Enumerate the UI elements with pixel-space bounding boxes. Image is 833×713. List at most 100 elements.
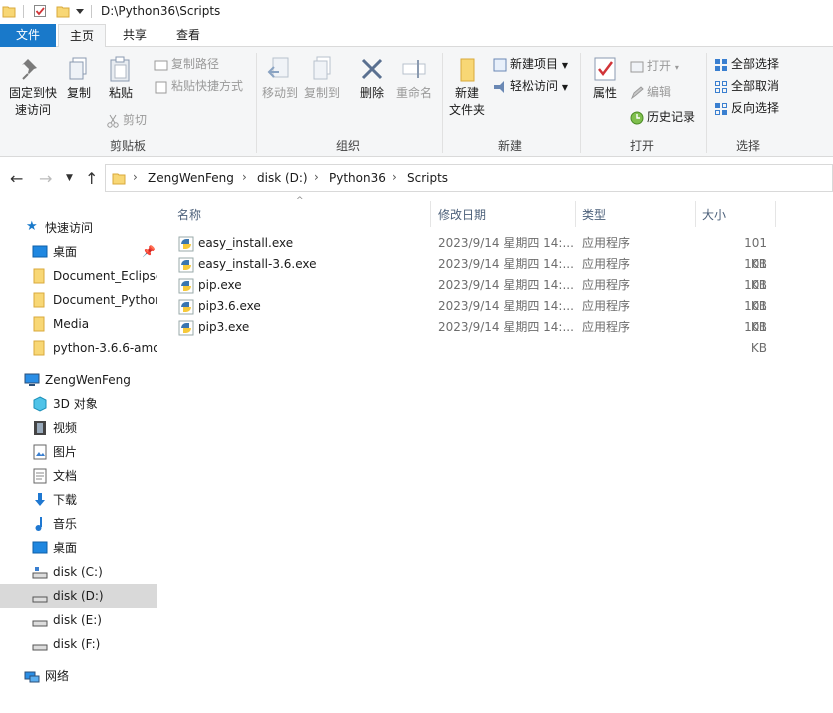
history-button[interactable]: 历史记录 [630, 107, 695, 127]
file-date: 2023/9/14 星期四 14:... [438, 299, 574, 313]
column-header-date[interactable]: 修改日期 [438, 206, 486, 223]
copy-button[interactable]: 复制 [62, 55, 96, 102]
navigation-pane: ★ 快速访问 桌面 📌 Document_Eclipse Document_Py… [0, 196, 157, 713]
properties-icon[interactable] [33, 4, 47, 18]
select-all-button[interactable]: 全部选择 [714, 54, 779, 74]
nav-item-desktop-pc[interactable]: 桌面 [0, 536, 157, 560]
properties-label: 属性 [592, 86, 617, 100]
breadcrumb-chevron-icon[interactable]: › [314, 170, 319, 184]
tab-file[interactable]: 文件 [0, 24, 56, 47]
easy-access-button[interactable]: 轻松访问 ▼ [493, 76, 568, 96]
invert-selection-label: 反向选择 [731, 101, 780, 115]
nav-item-disk-e[interactable]: disk (E:) [0, 608, 157, 632]
new-item-label: 新建项目 [510, 57, 559, 71]
folder-icon [33, 292, 45, 308]
edit-button[interactable]: 编辑 [630, 82, 671, 102]
pin-to-quick-access-button[interactable]: 固定到快 速访问 [4, 55, 62, 119]
properties-button[interactable]: 属性 [588, 55, 622, 102]
clipboard-group-label: 剪贴板 [109, 139, 146, 153]
address-bar[interactable]: › ZengWenFeng › disk (D:) › Python36 › S… [105, 164, 833, 192]
file-date: 2023/9/14 星期四 14:... [438, 236, 574, 250]
network-icon [24, 671, 40, 683]
folder-icon [112, 173, 126, 185]
rename-button[interactable]: 重命名 [394, 55, 434, 102]
copy-path-button[interactable]: 复制路径 [154, 54, 219, 74]
edit-icon [630, 85, 644, 99]
nav-item-media[interactable]: Media [0, 312, 157, 336]
invert-selection-button[interactable]: 反向选择 [714, 98, 779, 118]
recent-locations-chevron-icon[interactable]: ▼ [66, 173, 73, 183]
nav-item-documents[interactable]: 文档 [0, 464, 157, 488]
music-icon [35, 517, 42, 531]
nav-quick-access-label: 快速访问 [45, 221, 94, 235]
pin-icon[interactable]: 📌 [142, 240, 156, 264]
drive-c-icon [32, 567, 48, 579]
rename-label: 重命名 [395, 86, 432, 100]
delete-button[interactable]: 删除 [356, 55, 388, 102]
breadcrumb-chevron-icon[interactable]: › [392, 170, 397, 184]
open-icon [630, 61, 644, 72]
nav-this-pc[interactable]: ZengWenFeng [0, 368, 157, 392]
new-folder-icon[interactable] [56, 4, 70, 18]
folder-icon [33, 316, 45, 332]
chevron-down-icon[interactable] [76, 8, 84, 16]
nav-item-python-installer[interactable]: python-3.6.6-amd [0, 336, 157, 360]
copy-to-button[interactable]: 复制到 [302, 55, 342, 102]
title-bar: D:\Python36\Scripts [0, 0, 833, 24]
nav-item-desktop[interactable]: 桌面 📌 [0, 240, 157, 264]
tab-view[interactable]: 查看 [164, 24, 212, 47]
3d-objects-icon [33, 396, 47, 412]
documents-icon [33, 468, 47, 484]
new-folder-button[interactable]: 新建 文件夹 [446, 55, 488, 119]
nav-item-disk-f[interactable]: disk (F:) [0, 632, 157, 656]
select-none-button[interactable]: 全部取消 [714, 76, 779, 96]
nav-network[interactable]: 网络 [0, 664, 157, 688]
nav-item-3d-objects[interactable]: 3D 对象 [0, 392, 157, 416]
file-row[interactable]: pip3.exe 2023/9/14 星期四 14:... 应用程序 101 K… [175, 317, 833, 355]
paste-button[interactable]: 粘贴 [104, 55, 138, 102]
nav-item-downloads[interactable]: 下载 [0, 488, 157, 512]
file-row[interactable]: pip.exe 2023/9/14 星期四 14:... 应用程序 101 KB [175, 275, 833, 313]
new-folder-label-1: 新建 [454, 86, 479, 100]
file-row[interactable]: pip3.6.exe 2023/9/14 星期四 14:... 应用程序 101… [175, 296, 833, 334]
nav-item-disk-d[interactable]: disk (D:) [0, 584, 157, 608]
move-to-button[interactable]: 移动到 [260, 55, 300, 102]
nav-item-music[interactable]: 音乐 [0, 512, 157, 536]
nav-item-label: 下载 [53, 493, 78, 507]
python-exe-icon [178, 320, 194, 336]
nav-item-document-python[interactable]: Document_Python [0, 288, 157, 312]
copy-to-label: 复制到 [303, 86, 340, 100]
nav-item-label: disk (F:) [53, 637, 101, 651]
nav-item-document-eclipse[interactable]: Document_Eclipse [0, 264, 157, 288]
cut-button[interactable]: 剪切 [106, 110, 147, 130]
file-row[interactable]: easy_install-3.6.exe 2023/9/14 星期四 14:..… [175, 254, 833, 292]
pin-label-2: 速访问 [14, 103, 51, 117]
new-item-button[interactable]: 新建项目 ▼ [493, 54, 568, 74]
file-row[interactable]: easy_install.exe 2023/9/14 星期四 14:... 应用… [175, 233, 833, 271]
back-arrow-icon[interactable]: ← [10, 169, 23, 188]
up-arrow-icon[interactable]: ↑ [85, 169, 98, 188]
forward-arrow-icon[interactable]: → [39, 169, 52, 188]
breadcrumb-chevron-icon[interactable]: › [242, 170, 247, 184]
column-header-name[interactable]: 名称 [177, 206, 201, 223]
tab-home[interactable]: 主页 [58, 24, 106, 48]
column-header-size[interactable]: 大小 [702, 206, 726, 223]
nav-item-disk-c[interactable]: disk (C:) [0, 560, 157, 584]
nav-item-pictures[interactable]: 图片 [0, 440, 157, 464]
nav-item-label: 文档 [53, 469, 78, 483]
breadcrumb-python36[interactable]: Python36 [329, 171, 386, 185]
tab-share[interactable]: 共享 [110, 24, 160, 47]
breadcrumb-scripts[interactable]: Scripts [407, 171, 448, 185]
breadcrumb-zengwenfeng[interactable]: ZengWenFeng [148, 171, 234, 185]
column-header-type[interactable]: 类型 [582, 206, 606, 223]
nav-item-videos[interactable]: 视频 [0, 416, 157, 440]
breadcrumb-disk-d[interactable]: disk (D:) [257, 171, 308, 185]
nav-item-label: python-3.6.6-amd [53, 341, 157, 355]
paste-shortcut-button[interactable]: 粘贴快捷方式 [154, 76, 243, 96]
nav-quick-access[interactable]: ★ 快速访问 [0, 216, 157, 240]
breadcrumb-chevron-icon[interactable]: › [133, 170, 138, 184]
open-button[interactable]: 打开 ▾ [630, 56, 679, 76]
easy-access-label: 轻松访问 [510, 79, 559, 93]
download-icon [35, 493, 45, 506]
desktop-icon [32, 541, 48, 554]
